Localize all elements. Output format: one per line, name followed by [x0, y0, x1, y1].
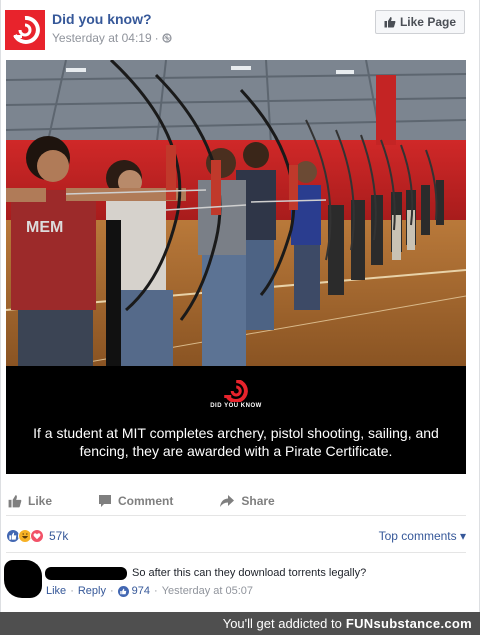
comment-button[interactable]: Comment	[98, 494, 173, 508]
meta-separator: ·	[154, 31, 159, 45]
page-name-link[interactable]: Did you know?	[52, 11, 152, 27]
share-label: Share	[241, 493, 275, 508]
thumbs-up-icon	[8, 494, 22, 507]
comment-item: So after this can they download torrents…	[1, 556, 480, 606]
page-avatar[interactable]	[5, 10, 45, 50]
thumbs-up-icon	[384, 17, 396, 28]
comment-timestamp[interactable]: Yesterday at 05:07	[162, 585, 253, 597]
divider	[6, 552, 466, 553]
share-button[interactable]: Share	[219, 493, 275, 508]
love-reaction-icon	[30, 529, 44, 543]
caption-text: If a student at MIT completes archery, p…	[33, 425, 439, 459]
commenter-name-redacted[interactable]	[45, 567, 127, 580]
top-comments-dropdown[interactable]: Top comments ▾	[379, 529, 466, 543]
did-you-know-logo-icon	[13, 15, 40, 44]
comment-meta: Like · Reply · 974 · Yesterday at 05:07	[46, 585, 253, 597]
commenter-avatar-redacted[interactable]	[4, 560, 42, 598]
comment-reply-link[interactable]: Reply	[78, 585, 106, 597]
like-reaction-icon	[117, 585, 129, 597]
comment-like-count-value: 974	[131, 585, 151, 597]
comment-text: So after this can they download torrents…	[132, 567, 367, 579]
like-button[interactable]: Like	[8, 494, 52, 508]
globe-icon	[162, 33, 172, 43]
comment-label: Comment	[118, 493, 174, 508]
post-actions-bar: Like Comment Share	[6, 486, 466, 516]
watermark-text: You'll get addicted to	[222, 616, 342, 631]
like-page-button[interactable]: Like Page	[374, 10, 465, 34]
comment-like-link[interactable]: Like	[46, 585, 66, 597]
share-icon	[220, 494, 235, 507]
comment-icon	[99, 494, 112, 507]
archery-scene-image: MEM	[6, 60, 466, 366]
post-timestamp[interactable]: Yesterday at 04:19	[52, 31, 152, 45]
post-meta: Yesterday at 04:19 ·	[52, 31, 172, 45]
reaction-icons[interactable]	[6, 529, 44, 543]
watermark-bar: You'll get addicted to FUNsubstance.com	[0, 612, 480, 635]
did-you-know-logo-icon	[224, 380, 248, 402]
caption-logo-text: DID YOU KNOW	[210, 403, 262, 409]
facebook-post: Did you know? Yesterday at 04:19 · Like …	[0, 0, 480, 612]
like-page-label: Like Page	[399, 15, 456, 29]
meta-separator: ·	[154, 585, 158, 597]
watermark-brand: FUNsubstance.com	[345, 616, 472, 631]
like-label: Like	[28, 493, 53, 508]
meta-separator: ·	[109, 585, 114, 597]
reaction-count[interactable]: 57k	[49, 529, 68, 543]
comment-like-count[interactable]: 974	[117, 585, 151, 597]
post-photo[interactable]: MEM DID YOU KNOW If a student at MIT com…	[6, 60, 466, 474]
reactions-row: 57k Top comments ▾	[6, 526, 466, 546]
shirt-text: MEM	[26, 219, 63, 236]
photo-caption-panel: DID YOU KNOW If a student at MIT complet…	[6, 366, 466, 474]
caption-logo: DID YOU KNOW	[210, 380, 262, 409]
meta-separator: ·	[70, 585, 74, 597]
